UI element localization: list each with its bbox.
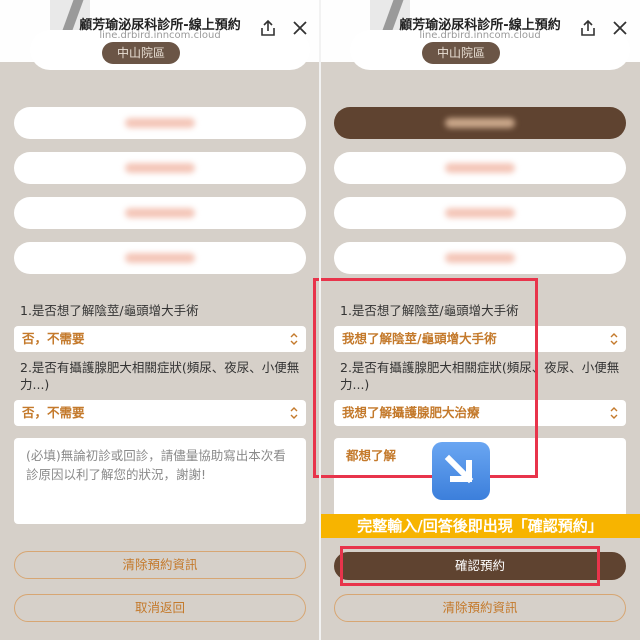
- arrow-down-right-icon: [432, 442, 490, 500]
- chevron-updown-icon: [610, 333, 618, 345]
- clear-booking-button[interactable]: 清除預約資訊: [14, 551, 306, 579]
- question-2-select[interactable]: 否，不需要: [14, 400, 306, 426]
- question-1-select[interactable]: 否，不需要: [14, 326, 306, 352]
- blurred-field[interactable]: [334, 242, 626, 274]
- share-icon[interactable]: [258, 18, 278, 38]
- branch-chip[interactable]: 中山院區: [102, 42, 180, 64]
- highlight-box-confirm: [340, 546, 600, 586]
- browser-header: 中山院區 顧芳瑜泌尿科診所-線上預約 line.drbird.inncom.cl…: [320, 0, 640, 70]
- blurred-field[interactable]: [14, 107, 306, 139]
- blurred-field[interactable]: [334, 152, 626, 184]
- close-icon[interactable]: [610, 18, 630, 38]
- branch-chip[interactable]: 中山院區: [422, 42, 500, 64]
- instruction-banner: 完整輸入/回答後即出現「確認預約」: [320, 514, 640, 538]
- left-screen: 中山院區 顧芳瑜泌尿科診所-線上預約 line.drbird.inncom.cl…: [0, 0, 320, 640]
- question-2-value: 否，不需要: [22, 405, 85, 420]
- chevron-updown-icon: [290, 407, 298, 419]
- chevron-updown-icon: [290, 333, 298, 345]
- blurred-field-selected[interactable]: [334, 107, 626, 139]
- close-icon[interactable]: [290, 18, 310, 38]
- reason-textarea[interactable]: (必填)無論初診或回診，請儘量協助寫出本次看診原因以利了解您的狀況，謝謝!: [14, 438, 306, 524]
- blurred-field[interactable]: [14, 197, 306, 229]
- browser-header: 中山院區 顧芳瑜泌尿科診所-線上預約 line.drbird.inncom.cl…: [0, 0, 320, 70]
- share-icon[interactable]: [578, 18, 598, 38]
- panel-divider: [319, 0, 321, 640]
- highlight-box-answers: [313, 278, 538, 478]
- cancel-button[interactable]: 取消返回: [14, 594, 306, 622]
- question-2-label: 2.是否有攝護腺肥大相關症狀(頻尿、夜尿、小便無力...): [20, 360, 300, 392]
- blurred-field[interactable]: [14, 242, 306, 274]
- blurred-field[interactable]: [14, 152, 306, 184]
- blurred-field[interactable]: [334, 197, 626, 229]
- chevron-updown-icon: [610, 407, 618, 419]
- clear-booking-button[interactable]: 清除預約資訊: [334, 594, 626, 622]
- question-1-label: 1.是否想了解陰莖/龜頭增大手術: [20, 303, 199, 318]
- question-1-value: 否，不需要: [22, 331, 85, 346]
